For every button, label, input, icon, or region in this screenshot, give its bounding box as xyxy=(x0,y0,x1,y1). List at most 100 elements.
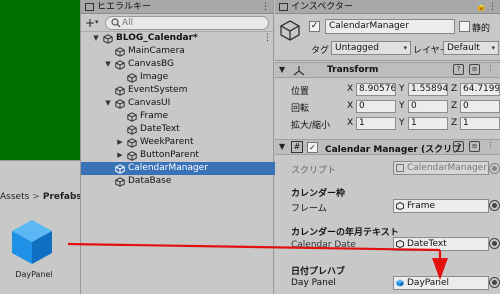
axis-z-label: Z xyxy=(451,101,458,111)
hierarchy-item[interactable]: ▶ WeekParent xyxy=(81,136,275,149)
transform-y-field[interactable]: 1 xyxy=(408,117,448,130)
hierarchy-item[interactable]: ▼ CanvasBG xyxy=(81,58,275,71)
transform-x-field[interactable]: 1 xyxy=(356,117,396,130)
help-icon[interactable]: ? xyxy=(453,64,464,75)
gameobject-cube-icon xyxy=(115,47,125,57)
transform-y-field[interactable]: 1.55894 xyxy=(408,83,448,96)
axis-x-label: X xyxy=(347,101,354,111)
hierarchy-item[interactable]: DateText xyxy=(81,123,275,136)
inspector-tab[interactable]: インスペクター xyxy=(279,0,353,14)
datetext-reference-field[interactable]: DateText xyxy=(393,237,489,251)
scene-menu-icon[interactable]: ⋮ xyxy=(263,32,272,45)
tab-menu-icon[interactable]: ⋮ xyxy=(261,1,270,13)
daypanel-field-label: Day Panel xyxy=(291,278,336,288)
help-icon[interactable]: ? xyxy=(453,141,464,152)
hierarchy-tab[interactable]: ヒエラルキー xyxy=(85,0,151,14)
hierarchy-search-input[interactable] xyxy=(105,16,269,30)
daypanel-reference-value: DayPanel xyxy=(407,278,450,288)
axis-x-label: X xyxy=(347,84,354,94)
chevron-down-icon[interactable]: ▼ xyxy=(279,65,285,74)
active-checkbox[interactable]: ✓ xyxy=(309,21,320,32)
layer-value: Default xyxy=(447,43,480,53)
inspector-tab-bar: インスペクター 🔒 ⋮ xyxy=(275,0,500,14)
hierarchy-item[interactable]: DataBase xyxy=(81,175,275,188)
expand-down-icon[interactable]: ▼ xyxy=(104,58,112,71)
transform-z-field[interactable]: 0 xyxy=(460,100,500,113)
daypanel-reference-field[interactable]: DayPanel xyxy=(393,276,489,290)
calendar-date-label: Calendar Date xyxy=(291,240,356,250)
hierarchy-item[interactable]: EventSystem xyxy=(81,84,275,97)
hierarchy-item-label: CanvasUI xyxy=(128,98,171,108)
tag-dropdown[interactable]: Untagged ▾ xyxy=(331,41,411,55)
hierarchy-item-label: EventSystem xyxy=(128,85,188,95)
search-icon xyxy=(111,18,121,28)
transform-row-label: 位置 xyxy=(291,87,310,97)
object-picker-icon[interactable] xyxy=(489,200,500,211)
gameobject-cube-icon xyxy=(396,202,404,210)
hierarchy-item-label: MainCamera xyxy=(128,46,185,56)
hierarchy-item[interactable]: Image xyxy=(81,71,275,84)
asset-label[interactable]: DayPanel xyxy=(0,270,68,279)
tag-label: タグ xyxy=(311,46,330,56)
hierarchy-item[interactable]: Frame xyxy=(81,110,275,123)
gameobject-cube-icon xyxy=(127,125,137,135)
script-field-label: スクリプト xyxy=(291,166,337,176)
hierarchy-item[interactable]: MainCamera xyxy=(81,45,275,58)
transform-x-field[interactable]: 8.90576 xyxy=(356,83,396,96)
axis-z-label: Z xyxy=(451,118,458,128)
static-checkbox[interactable] xyxy=(459,21,470,32)
object-name-field[interactable]: CalendarManager xyxy=(325,19,455,34)
hierarchy-item[interactable]: ▼ CanvasUI xyxy=(81,97,275,110)
prefab-cube-icon[interactable] xyxy=(10,218,54,266)
preset-icon[interactable]: ≡ xyxy=(469,64,480,75)
hierarchy-item-label: ButtonParent xyxy=(140,150,199,160)
frame-reference-field[interactable]: Frame xyxy=(393,199,489,213)
breadcrumb-assets[interactable]: Assets xyxy=(0,192,29,202)
expand-right-icon[interactable]: ▶ xyxy=(116,149,124,162)
object-picker-icon[interactable] xyxy=(489,277,500,288)
chevron-down-icon[interactable]: ▼ xyxy=(279,142,285,151)
date-section-header: カレンダーの年月テキスト xyxy=(291,228,399,238)
add-icon[interactable]: + xyxy=(85,16,95,30)
gameobject-cube-icon xyxy=(279,20,301,41)
tag-value: Untagged xyxy=(335,43,380,53)
object-picker-icon[interactable] xyxy=(489,238,500,249)
transform-z-field[interactable]: 64.7199 xyxy=(460,83,500,96)
breadcrumb-prefabs[interactable]: Prefabs xyxy=(43,192,82,202)
context-menu-icon[interactable]: ⋮ xyxy=(485,64,496,75)
hierarchy-item[interactable]: ▼ BLOG_Calendar* ⋮ xyxy=(81,32,275,45)
frame-section-header: カレンダー枠 xyxy=(291,189,346,199)
chevron-down-icon: ▾ xyxy=(403,44,407,52)
script-component-header[interactable]: ▼ # ✓ Calendar Manager (スクリプ ? ≡ ⋮ xyxy=(275,139,500,155)
object-picker-icon xyxy=(489,163,500,174)
gameobject-cube-icon xyxy=(396,240,404,248)
context-menu-icon[interactable]: ⋮ xyxy=(485,141,496,152)
hierarchy-toolbar: + ▾ xyxy=(81,14,273,32)
transform-y-field[interactable]: 0 xyxy=(408,100,448,113)
component-enabled-checkbox[interactable]: ✓ xyxy=(307,142,318,153)
transform-row-label: 拡大/縮小 xyxy=(291,121,331,131)
transform-x-field[interactable]: 0 xyxy=(356,100,396,113)
expand-down-icon[interactable]: ▼ xyxy=(104,97,112,110)
hierarchy-item[interactable]: CalendarManager xyxy=(81,162,275,175)
axis-x-label: X xyxy=(347,118,354,128)
hierarchy-panel: ヒエラルキー ⋮ + ▾ ▼BLOG_Calendar*⋮MainCamera▼… xyxy=(80,0,275,294)
hierarchy-item[interactable]: ▶ ButtonParent xyxy=(81,149,275,162)
hierarchy-item-label: Frame xyxy=(140,111,169,121)
transform-header-icons: ? ≡ ⋮ xyxy=(453,64,496,75)
chevron-down-icon: ▾ xyxy=(491,44,495,52)
preset-icon[interactable]: ≡ xyxy=(469,141,480,152)
hierarchy-item-label: DateText xyxy=(140,124,180,134)
transform-header[interactable]: ▼ Transform ? ≡ ⋮ xyxy=(275,62,500,78)
hierarchy-item-label: Image xyxy=(140,72,169,82)
script-component-title: Calendar Manager (スクリプ xyxy=(325,145,462,155)
scene-view[interactable] xyxy=(0,0,80,160)
transform-z-field[interactable]: 1 xyxy=(460,117,500,130)
expand-down-icon[interactable]: ▼ xyxy=(92,32,100,45)
chevron-down-icon[interactable]: ▾ xyxy=(95,18,99,26)
expand-right-icon[interactable]: ▶ xyxy=(116,136,124,149)
hierarchy-item-label: BLOG_Calendar* xyxy=(116,33,198,43)
layer-dropdown[interactable]: Default ▾ xyxy=(443,41,499,55)
breadcrumb: Assets > Prefabs xyxy=(0,189,82,205)
inspector-tab-menu-icon[interactable]: 🔒 ⋮ xyxy=(476,1,497,13)
